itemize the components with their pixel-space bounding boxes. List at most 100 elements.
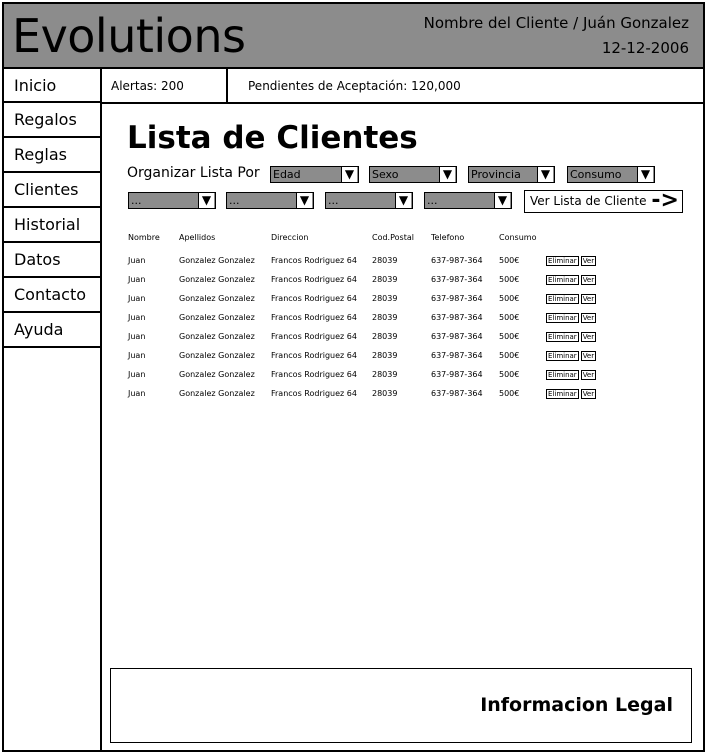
cell-nombre: Juan — [128, 313, 146, 322]
cell-cod-postal: 28039 — [372, 389, 398, 398]
cell-cod-postal: 28039 — [372, 256, 398, 265]
cell-consumo: 500€ — [499, 389, 520, 398]
cell-apellidos: Gonzalez Gonzalez — [179, 370, 255, 379]
sidebar-item-reglas[interactable]: Reglas — [4, 138, 100, 173]
filter-select-extra-4[interactable]: ... ▼ — [424, 192, 512, 209]
sidebar-item-datos[interactable]: Datos — [4, 243, 100, 278]
cell-actions: Eliminar Ver — [546, 308, 606, 327]
cell-direccion: Francos Rodriguez 64 — [271, 332, 357, 341]
view-button[interactable]: Ver — [580, 312, 597, 323]
cell-consumo: 500€ — [499, 275, 520, 284]
cell-apellidos: Gonzalez Gonzalez — [179, 256, 255, 265]
cell-apellidos: Gonzalez Gonzalez — [179, 332, 255, 341]
column-header-direccion: Direccion — [271, 233, 309, 242]
cell-consumo: 500€ — [499, 313, 520, 322]
delete-button[interactable]: Eliminar — [546, 350, 579, 361]
filter-select-extra-2[interactable]: ... ▼ — [226, 192, 314, 209]
filter-select-provincia[interactable]: Provincia ▼ — [468, 166, 555, 183]
cell-nombre: Juan — [128, 332, 146, 341]
cell-nombre: Juan — [128, 370, 146, 379]
delete-button[interactable]: Eliminar — [546, 293, 579, 304]
filter-select-value: ... — [131, 194, 142, 207]
table-row: Juan Gonzalez Gonzalez Francos Rodriguez… — [128, 251, 606, 270]
table-row: Juan Gonzalez Gonzalez Francos Rodriguez… — [128, 270, 606, 289]
sort-label: Organizar Lista Por — [127, 165, 260, 181]
filter-select-consumo[interactable]: Consumo ▼ — [567, 166, 655, 183]
cell-apellidos: Gonzalez Gonzalez — [179, 313, 255, 322]
delete-button[interactable]: Eliminar — [546, 388, 579, 399]
cell-apellidos: Gonzalez Gonzalez — [179, 294, 255, 303]
sidebar-item-ayuda[interactable]: Ayuda — [4, 313, 100, 348]
table-row: Juan Gonzalez Gonzalez Francos Rodriguez… — [128, 289, 606, 308]
delete-button[interactable]: Eliminar — [546, 312, 579, 323]
cell-actions: Eliminar Ver — [546, 270, 606, 289]
cell-consumo: 500€ — [499, 294, 520, 303]
cell-nombre: Juan — [128, 351, 146, 360]
table-row: Juan Gonzalez Gonzalez Francos Rodriguez… — [128, 365, 606, 384]
view-button[interactable]: Ver — [580, 293, 597, 304]
cell-actions: Eliminar Ver — [546, 251, 606, 270]
cell-telefono: 637-987-364 — [431, 370, 483, 379]
filter-select-value: Edad — [273, 168, 301, 181]
view-button[interactable]: Ver — [580, 274, 597, 285]
cell-nombre: Juan — [128, 275, 146, 284]
cell-telefono: 637-987-364 — [431, 313, 483, 322]
cell-direccion: Francos Rodriguez 64 — [271, 256, 357, 265]
cell-cod-postal: 28039 — [372, 294, 398, 303]
view-button[interactable]: Ver — [580, 255, 597, 266]
table-row: Juan Gonzalez Gonzalez Francos Rodriguez… — [128, 346, 606, 365]
pending-acceptance-count[interactable]: Pendientes de Aceptación: 120,000 — [248, 69, 461, 103]
view-button[interactable]: Ver — [580, 369, 597, 380]
sidebar-item-clientes[interactable]: Clientes — [4, 173, 100, 208]
cell-telefono: 637-987-364 — [431, 256, 483, 265]
cell-direccion: Francos Rodriguez 64 — [271, 370, 357, 379]
dropdown-arrow-icon: ▼ — [439, 167, 455, 182]
cell-direccion: Francos Rodriguez 64 — [271, 294, 357, 303]
delete-button[interactable]: Eliminar — [546, 369, 579, 380]
column-header-consumo: Consumo — [499, 233, 537, 242]
sidebar-item-historial[interactable]: Historial — [4, 208, 100, 243]
arrow-right-icon: -> — [651, 188, 679, 213]
sidebar-item-regalos[interactable]: Regalos — [4, 103, 100, 138]
filter-select-value: ... — [229, 194, 240, 207]
sidebar-item-inicio[interactable]: Inicio — [4, 69, 100, 103]
cell-apellidos: Gonzalez Gonzalez — [179, 351, 255, 360]
cell-actions: Eliminar Ver — [546, 289, 606, 308]
dropdown-arrow-icon: ▼ — [537, 167, 553, 182]
cell-nombre: Juan — [128, 389, 146, 398]
cell-cod-postal: 28039 — [372, 275, 398, 284]
delete-button[interactable]: Eliminar — [546, 274, 579, 285]
cell-direccion: Francos Rodriguez 64 — [271, 275, 357, 284]
sidebar-nav: Inicio Regalos Reglas Clientes Historial… — [4, 69, 102, 750]
header-date: 12-12-2006 — [601, 39, 689, 57]
cell-cod-postal: 28039 — [372, 332, 398, 341]
filter-select-edad[interactable]: Edad ▼ — [270, 166, 359, 183]
filter-select-extra-3[interactable]: ... ▼ — [325, 192, 413, 209]
main-content: Lista de Clientes Organizar Lista Por Ed… — [102, 104, 703, 750]
delete-button[interactable]: Eliminar — [546, 255, 579, 266]
dropdown-arrow-icon: ▼ — [341, 167, 357, 182]
cell-telefono: 637-987-364 — [431, 351, 483, 360]
delete-button[interactable]: Eliminar — [546, 331, 579, 342]
filter-select-value: Sexo — [372, 168, 399, 181]
cell-cod-postal: 28039 — [372, 351, 398, 360]
cell-consumo: 500€ — [499, 370, 520, 379]
view-button[interactable]: Ver — [580, 331, 597, 342]
filter-select-value: ... — [328, 194, 339, 207]
alerts-count[interactable]: Alertas: 200 — [102, 69, 228, 102]
table-row: Juan Gonzalez Gonzalez Francos Rodriguez… — [128, 308, 606, 327]
cell-nombre: Juan — [128, 294, 146, 303]
legal-info-link[interactable]: Informacion Legal — [480, 694, 673, 716]
view-button[interactable]: Ver — [580, 388, 597, 399]
sidebar-item-contacto[interactable]: Contacto — [4, 278, 100, 313]
cell-apellidos: Gonzalez Gonzalez — [179, 275, 255, 284]
view-button[interactable]: Ver — [580, 350, 597, 361]
cell-telefono: 637-987-364 — [431, 294, 483, 303]
table-row: Juan Gonzalez Gonzalez Francos Rodriguez… — [128, 327, 606, 346]
status-bar: Alertas: 200 Pendientes de Aceptación: 1… — [102, 69, 703, 104]
filter-select-extra-1[interactable]: ... ▼ — [128, 192, 216, 209]
view-client-list-button[interactable]: Ver Lista de Cliente -> — [524, 188, 683, 213]
table-header-row: Nombre Apellidos Direccion Cod.Postal Te… — [128, 233, 606, 251]
filter-select-sexo[interactable]: Sexo ▼ — [369, 166, 457, 183]
cell-actions: Eliminar Ver — [546, 384, 606, 403]
